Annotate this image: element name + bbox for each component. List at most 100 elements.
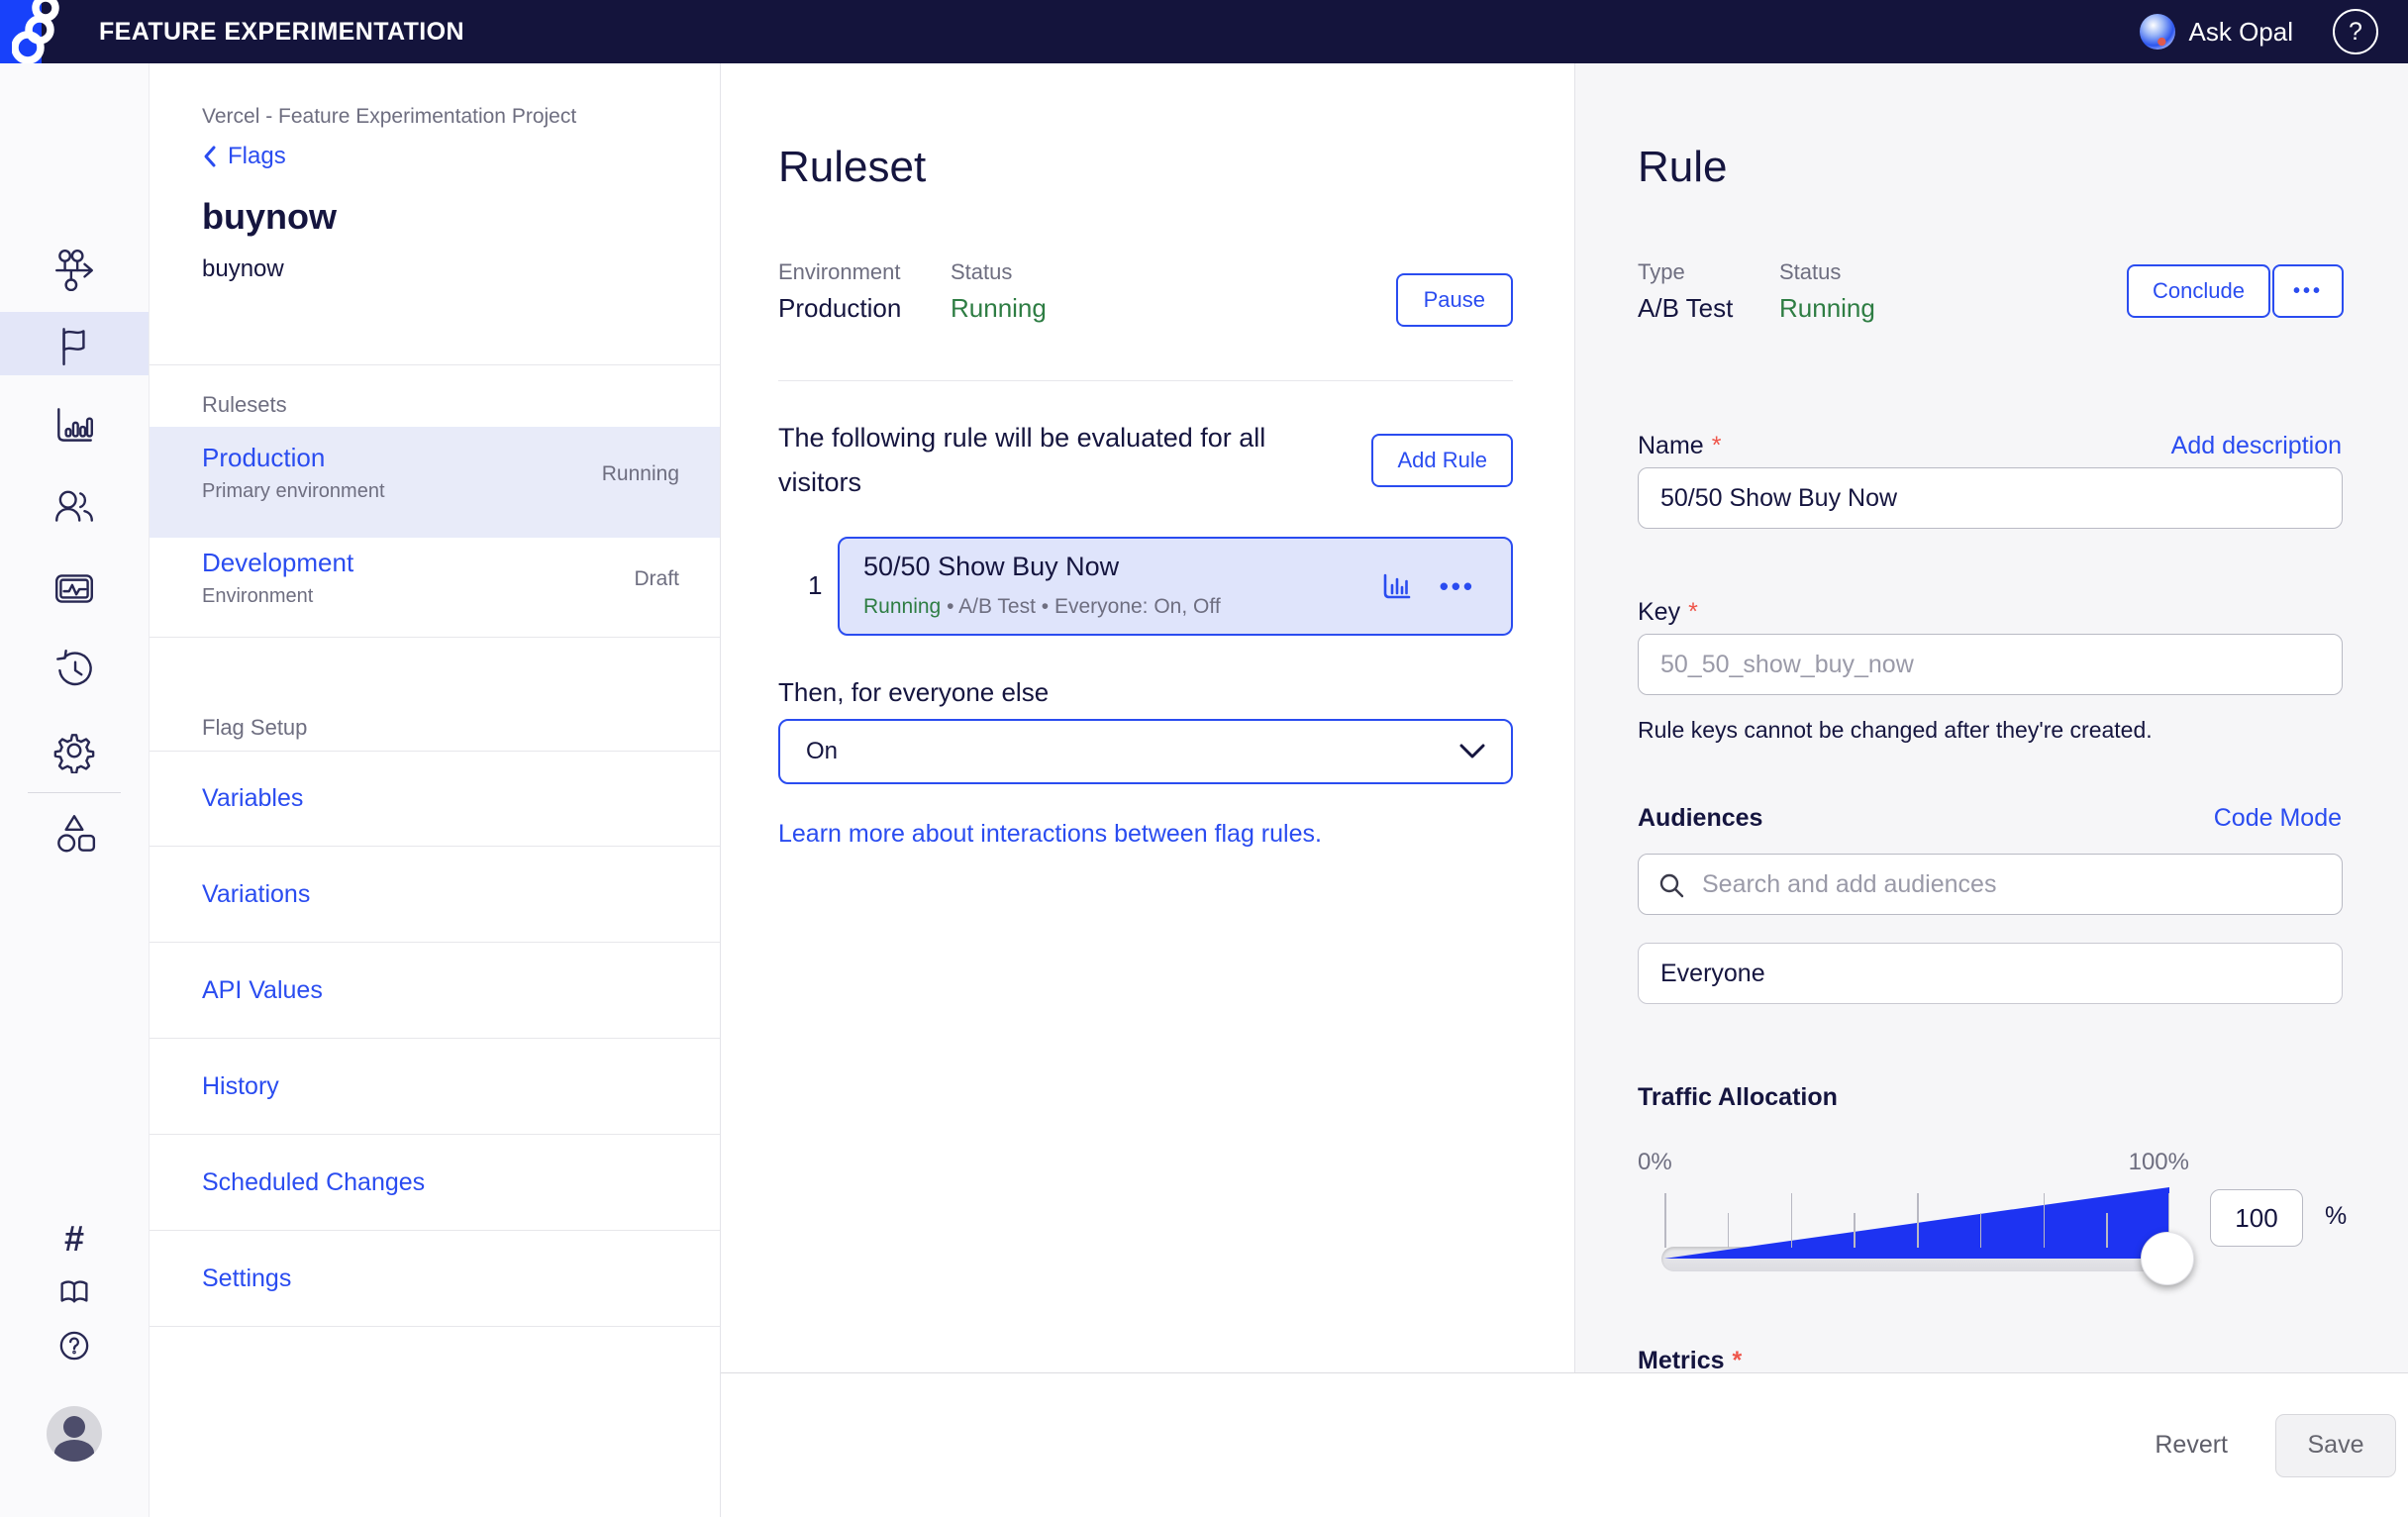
sidebar-item-label: API Values (202, 976, 323, 1005)
everyone-else-select[interactable]: On (778, 719, 1513, 784)
slider-tick (1791, 1193, 1793, 1248)
sidebar-item-variables[interactable]: Variables (150, 751, 720, 847)
ruleset-panel: Ruleset Environment Production Status Ru… (721, 63, 1574, 1372)
rail-item-help[interactable] (0, 1329, 149, 1363)
key-label: Key* (1638, 598, 1698, 627)
key-help-text: Rule keys cannot be changed after they'r… (1638, 717, 2153, 744)
audience-search-input[interactable] (1638, 854, 2343, 915)
status-label: Status (951, 259, 1012, 285)
conclude-button[interactable]: Conclude (2127, 264, 2270, 318)
sidebar-item-settings[interactable]: Settings (150, 1231, 720, 1327)
audience-label: Everyone (1660, 960, 1765, 988)
results-chart-icon[interactable] (1380, 570, 1414, 602)
traffic-allocation-slider (1661, 1186, 2187, 1289)
sidebar-item-variations[interactable]: Variations (150, 847, 720, 943)
rail-item-docs[interactable] (0, 1275, 149, 1309)
back-to-flags-link[interactable]: Flags (202, 143, 286, 170)
chevron-left-icon (202, 145, 218, 168)
search-icon (1657, 871, 1685, 899)
monitor-pulse-icon (51, 565, 97, 611)
allocation-input[interactable] (2210, 1189, 2303, 1247)
rule-name-input[interactable] (1638, 467, 2343, 529)
pause-button[interactable]: Pause (1396, 273, 1513, 327)
rule-key-input[interactable] (1638, 634, 2343, 695)
avatar (47, 1406, 102, 1462)
app-title: FEATURE EXPERIMENTATION (99, 18, 464, 47)
rule-heading: Rule (1638, 143, 1728, 192)
save-button[interactable]: Save (2275, 1414, 2396, 1477)
ask-opal-label: Ask Opal (2189, 17, 2294, 48)
ruleset-item-production[interactable]: Production Primary environment Running (150, 427, 720, 538)
opal-orb-icon (2140, 14, 2175, 50)
rulesets-section-label: Rulesets (202, 392, 287, 418)
sidebar-item-history[interactable] (0, 647, 149, 692)
sidebar-item-experiments[interactable] (0, 246, 149, 291)
flag-sidebar: Vercel - Feature Experimentation Project… (149, 63, 721, 1517)
rule-card-status: Running (863, 595, 941, 618)
metrics-label-text: Metrics (1638, 1347, 1725, 1372)
chevron-down-icon (1459, 744, 1485, 759)
rule-card-subtitle: Running • A/B Test • Everyone: On, Off (863, 595, 1221, 619)
ruleset-item-development[interactable]: Development Environment Draft (150, 538, 720, 638)
optimizely-logo[interactable] (0, 0, 81, 63)
add-rule-button[interactable]: Add Rule (1371, 434, 1513, 487)
user-avatar[interactable] (0, 1406, 149, 1462)
sidebar-item-api-values[interactable]: API Values (150, 943, 720, 1039)
add-description-link[interactable]: Add description (2171, 432, 2342, 460)
allocation-max-label: 100% (2110, 1149, 2189, 1176)
rule-card-title: 50/50 Show Buy Now (863, 552, 1119, 582)
key-label-text: Key (1638, 598, 1680, 626)
ruleset-status: Running (602, 462, 679, 486)
project-name: Vercel - Feature Experimentation Project (202, 105, 576, 129)
audience-everyone[interactable]: Everyone (1638, 943, 2343, 1004)
name-label: Name* (1638, 432, 1721, 460)
rule-more-icon[interactable]: ••• (1440, 571, 1475, 602)
ask-opal-button[interactable]: Ask Opal (2140, 14, 2294, 50)
rail-item-id[interactable]: # (0, 1221, 149, 1257)
sidebar-item-label: Variables (202, 784, 303, 813)
flag-key: buynow (202, 255, 284, 283)
rule-more-button[interactable]: ••• (2272, 264, 2344, 318)
rule-panel: Rule Type A/B Test Status Running Conclu… (1574, 63, 2408, 1372)
select-value: On (806, 738, 838, 765)
sidebar-item-reports[interactable] (0, 403, 149, 449)
app-window: FEATURE EXPERIMENTATION Ask Opal ? (0, 0, 2408, 1517)
ruleset-heading: Ruleset (778, 143, 926, 192)
bar-chart-icon (51, 403, 97, 449)
optimizely-mark-icon (12, 0, 75, 63)
gear-icon (51, 728, 97, 773)
slider-handle[interactable] (2141, 1232, 2194, 1285)
sidebar-item-label: Scheduled Changes (202, 1168, 425, 1197)
sidebar-item-audiences[interactable] (0, 484, 149, 530)
slider-tick (1664, 1193, 1666, 1248)
flow-icon (51, 246, 97, 291)
help-icon[interactable]: ? (2333, 9, 2378, 54)
sidebar-item-scheduled-changes[interactable]: Scheduled Changes (150, 1135, 720, 1231)
slider-tick (1728, 1213, 1730, 1248)
sidebar-item-history[interactable]: History (150, 1039, 720, 1135)
divider (150, 364, 720, 365)
sidebar-item-settings[interactable] (0, 728, 149, 773)
hash-icon: # (64, 1221, 84, 1257)
learn-more-link[interactable]: Learn more about interactions between fl… (778, 820, 1322, 849)
status-value: Running (951, 293, 1047, 324)
ruleset-name: Production (202, 443, 325, 473)
flag-setup-section-label: Flag Setup (202, 715, 307, 741)
revert-button[interactable]: Revert (2155, 1431, 2228, 1460)
rule-card[interactable]: 50/50 Show Buy Now Running • A/B Test • … (838, 537, 1513, 636)
sidebar-item-events[interactable] (0, 565, 149, 611)
slider-tick (2106, 1213, 2108, 1248)
sidebar-item-components[interactable] (0, 811, 149, 857)
type-value: A/B Test (1638, 293, 1733, 324)
flag-icon (51, 321, 97, 366)
sidebar-item-flags[interactable] (0, 321, 149, 366)
people-icon (51, 484, 97, 530)
book-icon (57, 1275, 91, 1309)
status-value: Running (1779, 293, 1875, 324)
rule-card-meta: A/B Test • Everyone: On, Off (958, 595, 1221, 618)
audience-search (1638, 854, 2343, 915)
ruleset-sub: Primary environment (202, 480, 385, 503)
flag-title: buynow (202, 196, 337, 238)
code-mode-link[interactable]: Code Mode (2214, 804, 2342, 833)
sidebar-item-label: Variations (202, 880, 310, 909)
